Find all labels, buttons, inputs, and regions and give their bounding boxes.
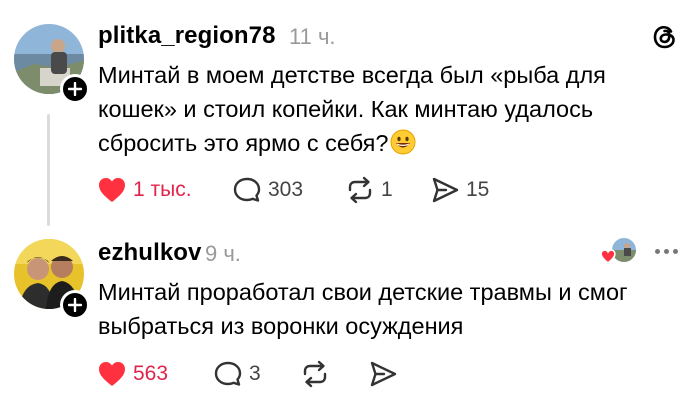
like-button[interactable]: 1 тыс. xyxy=(97,176,192,204)
comment-bubble-icon xyxy=(233,177,261,202)
username[interactable]: ezhulkov xyxy=(98,239,202,267)
send-icon xyxy=(432,177,459,203)
like-button[interactable]: 563 xyxy=(97,360,168,388)
post-text-line: Минтай проработал свои детские травмы и … xyxy=(98,279,628,305)
post-text-line: сбросить это ярмо с себя? xyxy=(98,126,606,160)
like-count: 563 xyxy=(133,362,169,385)
post-text-line: Минтай в моем детстве всегда был «рыба д… xyxy=(98,62,606,88)
thread-connector-line xyxy=(47,114,50,226)
send-icon xyxy=(370,361,397,387)
share-button[interactable] xyxy=(368,360,398,388)
repost-icon xyxy=(303,360,327,388)
like-count: 1 тыс. xyxy=(133,178,192,201)
follow-plus-button[interactable] xyxy=(60,74,90,104)
post-text: Минтай в моем детстве всегда был «рыба д… xyxy=(98,58,606,160)
username[interactable]: plitka_region78 xyxy=(98,22,276,50)
comment-count: 3 xyxy=(249,362,261,385)
share-button[interactable]: 15 xyxy=(430,176,489,204)
comment-bubble-icon xyxy=(214,361,242,386)
timestamp: 11 ч. xyxy=(289,24,336,49)
share-count: 15 xyxy=(466,178,490,201)
threads-logo-icon[interactable] xyxy=(650,22,680,57)
comment-count: 303 xyxy=(268,178,304,201)
post-text-line: выбраться из воронки осуждения xyxy=(98,313,464,339)
more-options-icon[interactable] xyxy=(655,249,678,254)
repost-button[interactable] xyxy=(300,360,330,388)
repost-count: 1 xyxy=(381,178,393,201)
post-text-line: кошек» и стоил копейки. Как минтаю удало… xyxy=(98,96,594,122)
heart-filled-icon xyxy=(99,178,125,202)
repost-button[interactable]: 1 xyxy=(345,176,393,204)
comment-button[interactable]: 3 xyxy=(213,360,261,388)
timestamp: 9 ч. xyxy=(205,241,241,266)
heart-filled-icon xyxy=(99,362,125,386)
grinning-face-icon xyxy=(390,129,416,155)
post-text: Минтай проработал свои детские травмы и … xyxy=(98,275,628,343)
heart-filled-icon xyxy=(600,249,616,264)
repost-icon xyxy=(348,176,372,204)
author-liked-badge xyxy=(600,238,640,266)
comment-button[interactable]: 303 xyxy=(232,176,303,204)
follow-plus-button[interactable] xyxy=(60,290,90,320)
